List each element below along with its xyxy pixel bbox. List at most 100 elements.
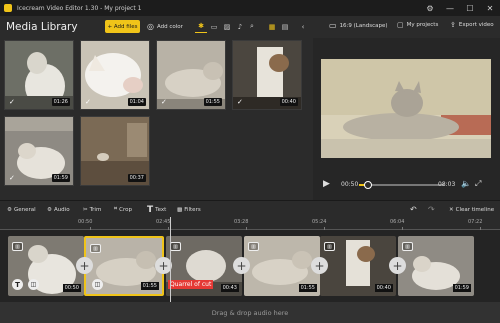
list-view-icon[interactable]: ▤ xyxy=(279,20,291,33)
close-button[interactable]: ✕ xyxy=(480,0,500,16)
filter-audio-icon[interactable]: ♪ xyxy=(234,20,246,33)
media-grid: ✓ 01:26 ✓ 01:04 ✓ 01:55 ✓ 00:40 ✓ 01:59 … xyxy=(0,38,312,200)
timeline-clip[interactable]: ▥ 00:40 xyxy=(320,236,396,296)
media-item[interactable]: ✓ 00:40 xyxy=(232,40,302,110)
trim-label: Trim xyxy=(89,206,102,213)
media-duration: 01:26 xyxy=(51,98,70,106)
library-header: Media Library + Add files ◎ Add color ✱ … xyxy=(0,16,312,38)
media-duration: 01:04 xyxy=(127,98,146,106)
timeline-clip[interactable]: ▥ T ◫ 00:50 xyxy=(8,236,84,296)
timeline-clip[interactable]: ▥ 01:59 xyxy=(398,236,474,296)
audio-drop-zone[interactable]: Drag & drop audio here xyxy=(0,302,500,323)
clip-duration: 01:55 xyxy=(140,282,159,290)
clear-icon: ✕ xyxy=(449,206,454,213)
timeline-clip[interactable]: ▥ Quarrel of cut 00:43 xyxy=(166,236,242,296)
aspect-ratio-selector[interactable]: ▭ 16:9 (Landscape) xyxy=(329,21,388,30)
my-projects-label: My projects xyxy=(406,22,439,28)
palette-icon: ◎ xyxy=(147,22,154,31)
media-duration: 01:55 xyxy=(203,98,222,106)
add-transition-plus-icon[interactable]: + xyxy=(76,257,93,274)
add-color-button[interactable]: ◎ Add color xyxy=(147,20,183,33)
window-title: Icecream Video Editor 1.30 - My project … xyxy=(17,4,142,12)
trim-button[interactable]: ✂ Trim xyxy=(83,204,101,215)
my-projects-button[interactable]: ▢ My projects xyxy=(397,21,438,29)
export-video-label: Export video xyxy=(458,22,494,28)
clip-video-icon: ▥ xyxy=(90,244,101,253)
media-item[interactable]: ✓ 01:26 xyxy=(4,40,74,110)
media-item[interactable]: ✓ 01:04 xyxy=(80,40,150,110)
text-overlay-icon[interactable]: T xyxy=(12,279,23,290)
playhead[interactable] xyxy=(170,217,171,302)
selected-check-icon: ✓ xyxy=(161,98,167,106)
play-icon[interactable]: ▶ xyxy=(323,179,330,189)
title-bar: Icecream Video Editor 1.30 - My project … xyxy=(0,0,500,16)
export-icon: ⇪ xyxy=(450,21,456,29)
player-controls: ▶ 00:50 08:03 🔈 ⤢ xyxy=(313,174,500,196)
clip-video-icon: ▥ xyxy=(402,242,413,251)
filters-label: Filters xyxy=(184,206,201,213)
current-time: 00:50 xyxy=(341,181,359,188)
undo-icon[interactable]: ↶ xyxy=(410,204,417,215)
add-transition-plus-icon[interactable]: + xyxy=(311,257,328,274)
seek-bar[interactable] xyxy=(359,181,444,189)
volume-icon[interactable]: 🔈 xyxy=(461,179,471,188)
text-button[interactable]: T Text xyxy=(147,204,166,215)
search-icon[interactable]: ⌕ xyxy=(246,20,258,33)
settings-gear-icon[interactable]: ⚙ xyxy=(420,0,440,16)
crop-label: Crop xyxy=(119,206,132,213)
filters-button[interactable]: ▩ Filters xyxy=(177,204,201,215)
fullscreen-icon[interactable]: ⤢ xyxy=(475,179,481,189)
total-time: 08:03 xyxy=(438,181,456,188)
filter-video-icon[interactable]: ▭ xyxy=(208,20,220,33)
timeline-clip-selected[interactable]: ▥ ◫ 01:55 xyxy=(84,236,164,296)
clip-duration: 00:50 xyxy=(62,284,81,292)
audio-lock-icon[interactable]: ◫ xyxy=(28,279,39,290)
selected-check-icon: ✓ xyxy=(85,98,91,106)
add-transition-plus-icon[interactable]: + xyxy=(233,257,250,274)
minimize-button[interactable]: — xyxy=(440,0,460,16)
export-video-button[interactable]: ⇪ Export video xyxy=(450,21,494,29)
general-button[interactable]: ⚙ General xyxy=(7,204,36,215)
edit-toolbar: ⚙ General ⚙ Audio ✂ Trim ⌗ Crop T Text ▩ Filte… xyxy=(0,200,500,217)
scissors-icon: ✂ xyxy=(83,206,88,213)
media-item[interactable]: 00:37 xyxy=(80,116,150,186)
media-duration: 00:40 xyxy=(279,98,298,106)
filter-image-icon[interactable]: ▨ xyxy=(221,20,233,33)
aspect-ratio-label: 16:9 (Landscape) xyxy=(339,22,388,29)
preview-video[interactable] xyxy=(321,59,491,158)
text-label: Text xyxy=(155,206,167,213)
seek-handle[interactable] xyxy=(363,181,372,189)
clip-duration: 01:59 xyxy=(452,284,471,292)
selected-check-icon: ✓ xyxy=(237,98,243,106)
app-logo-icon xyxy=(4,4,12,12)
audio-lock-icon[interactable]: ◫ xyxy=(92,279,103,290)
redo-icon[interactable]: ↷ xyxy=(428,204,435,215)
media-item[interactable]: ✓ 01:55 xyxy=(156,40,226,110)
timeline-clip[interactable]: ▥ 01:55 xyxy=(244,236,320,296)
drop-hint-label: Drag & drop audio here xyxy=(211,308,289,317)
project-header: ▭ 16:9 (Landscape) ▢ My projects ⇪ Expor… xyxy=(313,16,500,38)
clear-timeline-button[interactable]: ✕ Clear timeline xyxy=(449,204,494,215)
media-item[interactable]: ✓ 01:59 xyxy=(4,116,74,186)
grid-view-icon[interactable]: ▦ xyxy=(266,20,278,33)
clip-caption: Quarrel of cut xyxy=(168,280,214,289)
filter-all-icon[interactable]: ✱ xyxy=(195,20,207,33)
timeline-ruler[interactable]: 00:50 02:45 03:28 05:24 06:04 07:22 xyxy=(0,217,500,230)
add-color-label: Add color xyxy=(156,23,183,30)
maximize-button[interactable]: ☐ xyxy=(460,0,480,16)
add-transition-plus-icon[interactable]: + xyxy=(389,257,406,274)
app-window: Icecream Video Editor 1.30 - My project … xyxy=(0,0,500,323)
clip-duration: 01:55 xyxy=(298,284,317,292)
audio-label: Audio xyxy=(53,206,70,213)
ruler-tick-label: 07:22 xyxy=(468,219,483,225)
clip-video-icon: ▥ xyxy=(170,242,181,251)
add-files-button[interactable]: + Add files xyxy=(105,20,140,33)
text-icon: T xyxy=(147,204,154,215)
crop-button[interactable]: ⌗ Crop xyxy=(114,204,132,215)
clip-duration: 00:43 xyxy=(220,284,239,292)
video-track: ▥ T ◫ 00:50 ▥ ◫ 01:55 ▥ Quarrel of cut 0… xyxy=(0,217,500,302)
collapse-chevron-icon[interactable]: ‹ xyxy=(297,20,309,33)
library-title: Media Library xyxy=(6,21,78,33)
audio-button[interactable]: ⚙ Audio xyxy=(47,204,70,215)
general-label: General xyxy=(13,206,36,213)
